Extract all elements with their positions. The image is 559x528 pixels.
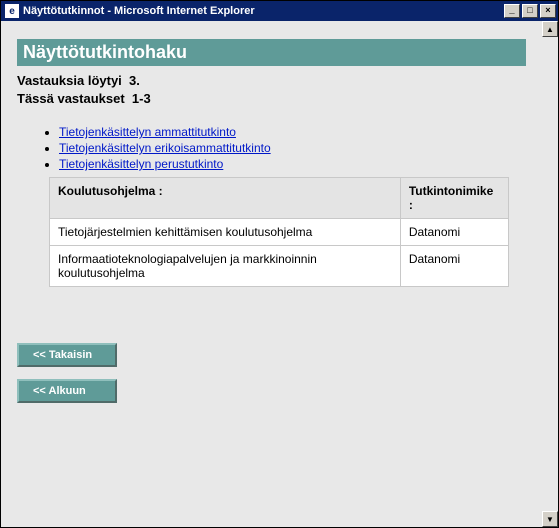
back-button[interactable]: << Takaisin <box>17 343 117 367</box>
home-button[interactable]: << Alkuun <box>17 379 117 403</box>
list-item: Tietojenkäsittelyn erikoisammattitutkint… <box>59 141 526 155</box>
result-link[interactable]: Tietojenkäsittelyn erikoisammattitutkint… <box>59 141 271 155</box>
cell-qualification: Datanomi <box>400 219 508 246</box>
ie-icon: e <box>5 4 19 18</box>
page-body: Näyttötutkintohaku Vastauksia löytyi 3. … <box>1 21 542 527</box>
scroll-up-icon[interactable]: ▲ <box>542 21 558 37</box>
page-heading: Näyttötutkintohaku <box>17 39 526 66</box>
results-count: 3. <box>129 73 140 88</box>
close-button[interactable]: × <box>540 4 556 18</box>
content-wrap: Näyttötutkintohaku Vastauksia löytyi 3. … <box>1 21 558 527</box>
table-header-row: Koulutusohjelma : Tutkintonimike : <box>50 178 509 219</box>
table-row: Tietojärjestelmien kehittämisen koulutus… <box>50 219 509 246</box>
cell-qualification: Datanomi <box>400 246 508 287</box>
table-row: Informaatioteknologiapalvelujen ja markk… <box>50 246 509 287</box>
results-summary: Vastauksia löytyi 3. Tässä vastaukset 1-… <box>17 72 526 107</box>
minimize-button[interactable]: _ <box>504 4 520 18</box>
list-item: Tietojenkäsittelyn perustutkinto <box>59 157 526 171</box>
results-label: Vastauksia löytyi <box>17 73 122 88</box>
col-qualification: Tutkintonimike : <box>400 178 508 219</box>
result-link[interactable]: Tietojenkäsittelyn ammattitutkinto <box>59 125 236 139</box>
scroll-track[interactable] <box>542 37 558 511</box>
scroll-down-icon[interactable]: ▼ <box>542 511 558 527</box>
result-link[interactable]: Tietojenkäsittelyn perustutkinto <box>59 157 223 171</box>
shown-label: Tässä vastaukset <box>17 91 125 106</box>
browser-window: e Näyttötutkinnot - Microsoft Internet E… <box>0 0 559 528</box>
result-link-list: Tietojenkäsittelyn ammattitutkinto Tieto… <box>41 125 526 171</box>
col-program: Koulutusohjelma : <box>50 178 401 219</box>
titlebar: e Näyttötutkinnot - Microsoft Internet E… <box>1 1 558 21</box>
shown-range: 1-3 <box>132 91 151 106</box>
list-item: Tietojenkäsittelyn ammattitutkinto <box>59 125 526 139</box>
cell-program: Tietojärjestelmien kehittämisen koulutus… <box>50 219 401 246</box>
window-title: Näyttötutkinnot - Microsoft Internet Exp… <box>23 5 502 17</box>
cell-program: Informaatioteknologiapalvelujen ja markk… <box>50 246 401 287</box>
vertical-scrollbar[interactable]: ▲ ▼ <box>542 21 558 527</box>
programs-table: Koulutusohjelma : Tutkintonimike : Tieto… <box>49 177 509 287</box>
button-row: << Takaisin << Alkuun <box>17 343 526 415</box>
maximize-button[interactable]: □ <box>522 4 538 18</box>
